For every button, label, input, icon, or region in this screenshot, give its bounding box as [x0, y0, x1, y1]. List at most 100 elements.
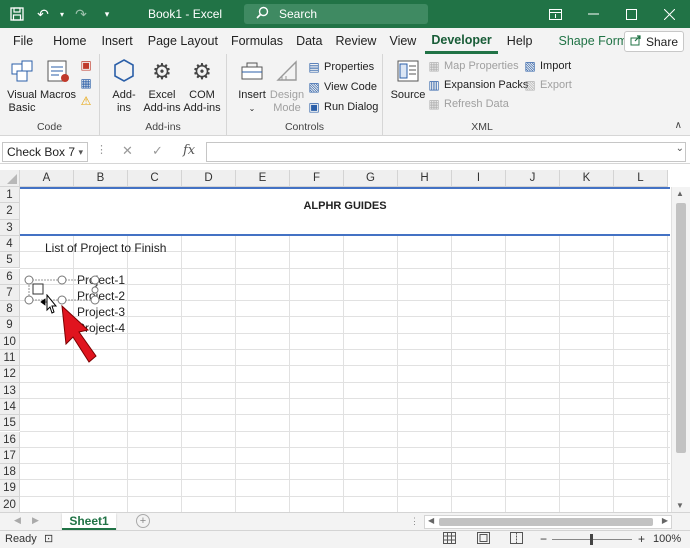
- prev-sheet-icon[interactable]: ◀: [14, 515, 21, 526]
- visual-basic-button[interactable]: Visual Basic: [3, 58, 41, 115]
- zoom-slider[interactable]: [552, 534, 632, 545]
- tab-review[interactable]: Review: [329, 28, 382, 54]
- worksheet-grid[interactable]: ABCDEFGHIJKL 1 2 3 4 5 6 7 8 9 10 11 12 13 14 15 16 17 18…: [0, 170, 690, 512]
- row-header-13[interactable]: 13: [0, 382, 20, 399]
- scroll-down-icon[interactable]: ▼: [676, 501, 684, 510]
- tab-home[interactable]: Home: [47, 28, 92, 54]
- expansion-packs-button[interactable]: ▥ Expansion Packs: [427, 78, 528, 92]
- row-header-15[interactable]: 15: [0, 415, 20, 432]
- row-header-5[interactable]: 5: [0, 252, 20, 269]
- horizontal-scrollbar[interactable]: ◀ ▶: [424, 515, 672, 529]
- macros-button[interactable]: Macros: [40, 58, 76, 102]
- column-header-a[interactable]: A: [20, 170, 74, 187]
- tab-view[interactable]: View: [383, 28, 422, 54]
- import-button[interactable]: ▧ Import: [523, 59, 571, 73]
- tab-developer[interactable]: Developer: [425, 28, 498, 54]
- column-header-k[interactable]: K: [560, 170, 614, 187]
- insert-control-button[interactable]: Insert ⌄: [235, 58, 269, 115]
- maximize-icon[interactable]: [612, 0, 650, 28]
- formula-input[interactable]: [206, 142, 686, 162]
- enter-icon[interactable]: ✓: [152, 143, 163, 159]
- properties-button[interactable]: ▤ Properties: [307, 60, 374, 74]
- vertical-scroll-thumb[interactable]: [676, 203, 686, 453]
- row-header-9[interactable]: 9: [0, 317, 20, 334]
- row-header-6[interactable]: 6: [0, 268, 20, 285]
- macro-security-button[interactable]: ⚠: [79, 94, 93, 108]
- cancel-icon[interactable]: ✕: [122, 143, 133, 159]
- column-header-f[interactable]: F: [290, 170, 344, 187]
- horizontal-scroll-thumb[interactable]: [439, 518, 653, 526]
- column-header-c[interactable]: C: [128, 170, 182, 187]
- column-header-h[interactable]: H: [398, 170, 452, 187]
- scroll-left-icon[interactable]: ◀: [428, 516, 434, 525]
- tab-insert[interactable]: Insert: [96, 28, 139, 54]
- tab-help[interactable]: Help: [501, 28, 539, 54]
- zoom-in-icon[interactable]: +: [638, 532, 645, 546]
- row-header-18[interactable]: 18: [0, 464, 20, 481]
- row-header-12[interactable]: 12: [0, 366, 20, 383]
- row-header-3[interactable]: 3: [0, 219, 20, 236]
- row-header-11[interactable]: 11: [0, 350, 20, 367]
- record-macro-button[interactable]: ▣: [79, 58, 93, 72]
- row-header-2[interactable]: 2: [0, 203, 20, 220]
- expand-formula-bar-icon[interactable]: ⌄: [676, 143, 684, 154]
- row-header-10[interactable]: 10: [0, 333, 20, 350]
- export-button[interactable]: ▧ Export: [523, 78, 571, 92]
- qat-customize-icon[interactable]: ▾: [94, 0, 120, 28]
- row-header-7[interactable]: 7: [0, 284, 20, 302]
- row-header-1[interactable]: 1: [0, 187, 20, 204]
- search-box[interactable]: Search: [244, 4, 428, 24]
- minimize-icon[interactable]: [574, 0, 612, 28]
- formula-options-icon[interactable]: ⋮: [96, 143, 107, 156]
- undo-icon[interactable]: ↶: [30, 0, 56, 28]
- share-button[interactable]: Share: [624, 31, 684, 52]
- name-box-dropdown-icon[interactable]: ▾: [78, 143, 83, 161]
- zoom-level[interactable]: 100%: [653, 533, 681, 545]
- source-button[interactable]: Source: [389, 58, 427, 102]
- column-header-j[interactable]: J: [506, 170, 560, 187]
- insert-function-icon[interactable]: fx: [183, 143, 195, 158]
- close-icon[interactable]: [650, 0, 688, 28]
- map-properties-button[interactable]: ▦ Map Properties: [427, 59, 518, 73]
- next-sheet-icon[interactable]: ▶: [32, 515, 39, 526]
- column-header-i[interactable]: I: [452, 170, 506, 187]
- select-all-corner[interactable]: [0, 170, 20, 187]
- name-box[interactable]: Check Box 7 ▾: [2, 142, 88, 162]
- save-icon[interactable]: [4, 0, 30, 28]
- tab-file[interactable]: File: [7, 28, 39, 54]
- page-break-view-icon[interactable]: [510, 532, 523, 547]
- refresh-data-button[interactable]: ▦ Refresh Data: [427, 97, 508, 111]
- row-header-17[interactable]: 17: [0, 447, 20, 465]
- column-header-l[interactable]: L: [614, 170, 668, 187]
- zoom-out-icon[interactable]: −: [540, 532, 547, 546]
- column-header-b[interactable]: B: [74, 170, 128, 187]
- addins-button[interactable]: Add- ins: [108, 58, 140, 115]
- collapse-ribbon-icon[interactable]: ∧: [675, 120, 682, 131]
- undo-dropdown-icon[interactable]: ▾: [56, 0, 68, 28]
- relative-references-button[interactable]: ▦: [79, 76, 93, 90]
- tab-split-icon[interactable]: ⋮: [410, 516, 419, 527]
- row-header-20[interactable]: 20: [0, 496, 20, 512]
- zoom-slider-thumb[interactable]: [590, 534, 593, 545]
- column-header-g[interactable]: G: [344, 170, 398, 187]
- design-mode-button[interactable]: Design Mode: [269, 58, 305, 115]
- page-layout-view-icon[interactable]: [477, 532, 490, 547]
- view-code-button[interactable]: ▧ View Code: [307, 80, 377, 94]
- excel-addins-button[interactable]: ⚙ Excel Add-ins: [142, 58, 182, 115]
- tab-data[interactable]: Data: [290, 28, 328, 54]
- row-header-19[interactable]: 19: [0, 480, 20, 497]
- row-header-8[interactable]: 8: [0, 301, 20, 318]
- sheet-tab-sheet1[interactable]: Sheet1: [62, 513, 116, 531]
- tab-page-layout[interactable]: Page Layout: [142, 28, 224, 54]
- normal-view-icon[interactable]: [443, 532, 456, 547]
- scroll-up-icon[interactable]: ▲: [676, 189, 684, 198]
- add-sheet-icon[interactable]: +: [136, 514, 150, 528]
- accessibility-icon[interactable]: ⊡: [44, 532, 53, 545]
- checkbox-control[interactable]: [20, 270, 104, 308]
- column-header-e[interactable]: E: [236, 170, 290, 187]
- com-addins-button[interactable]: ⚙ COM Add-ins: [182, 58, 222, 115]
- column-header-d[interactable]: D: [182, 170, 236, 187]
- ribbon-display-icon[interactable]: [536, 0, 574, 28]
- scroll-right-icon[interactable]: ▶: [662, 516, 668, 525]
- run-dialog-button[interactable]: ▣ Run Dialog: [307, 100, 378, 114]
